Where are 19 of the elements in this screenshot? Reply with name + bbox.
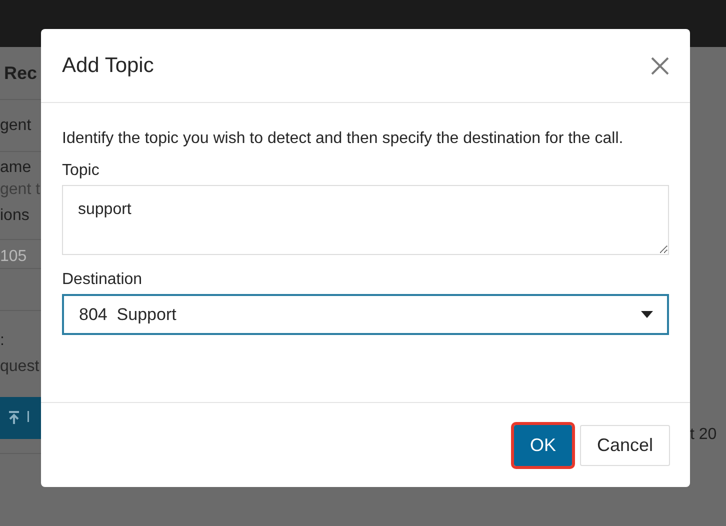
destination-label: Destination [62,270,144,290]
caret-icon [641,311,653,318]
import-button[interactable]: I [0,397,41,439]
topic-label: Topic [62,161,100,181]
close-icon [650,56,670,76]
destination-select[interactable]: 804 Support [62,294,669,335]
row-label: gent [0,116,32,136]
page-title: Rec [4,62,38,84]
section-value: quest [0,357,40,377]
topic-field[interactable]: support [62,185,669,255]
dialog-title: Add Topic [62,52,154,79]
field-label: ame [0,158,32,178]
upload-icon [8,411,20,425]
section-value: t 20 [689,425,718,445]
field-value: 105 [0,247,28,267]
ok-button[interactable]: OK [514,424,572,466]
dialog-description: Identify the topic you wish to detect and then specify the destination for the call. [62,129,624,149]
section-label: : [0,331,6,351]
cancel-button[interactable]: Cancel [580,424,670,466]
